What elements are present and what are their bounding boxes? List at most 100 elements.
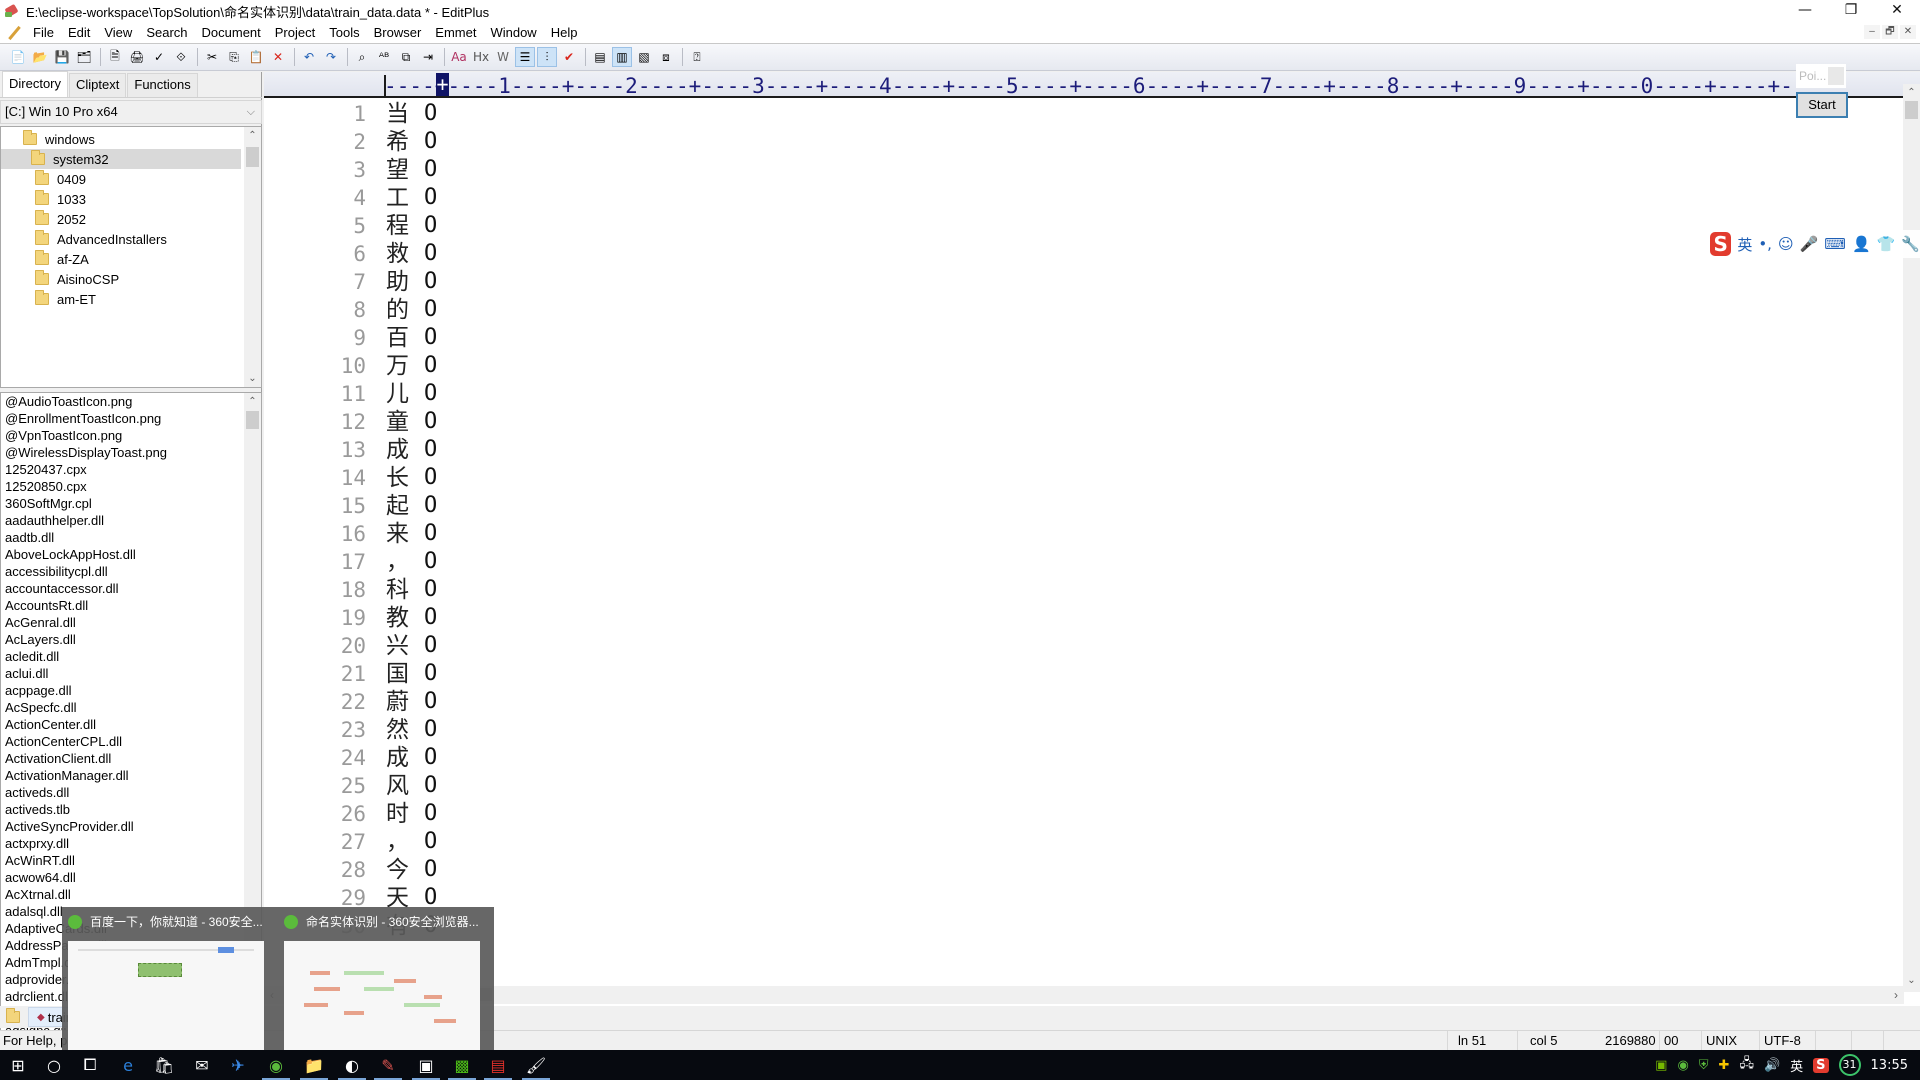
scroll-up-icon[interactable]: ⌃ bbox=[1903, 84, 1920, 101]
menu-help[interactable]: Help bbox=[544, 22, 585, 43]
mail-app[interactable]: ✉ bbox=[184, 1050, 220, 1080]
file-list-item[interactable]: aadauthhelper.dll bbox=[1, 512, 246, 529]
sogou-tray-icon[interactable]: S bbox=[1813, 1057, 1829, 1073]
editor-line[interactable]: 3望O bbox=[264, 156, 664, 184]
file-list-item[interactable]: 12520437.cpx bbox=[1, 461, 246, 478]
file-list-item[interactable]: aclui.dll bbox=[1, 665, 246, 682]
editor-line[interactable]: 28 今 O bbox=[264, 856, 664, 884]
menu-search[interactable]: Search bbox=[139, 22, 194, 43]
restore-button[interactable]: ❐ bbox=[1828, 0, 1874, 22]
start-button[interactable]: Start bbox=[1796, 92, 1848, 118]
file-list-item[interactable]: ActionCenterCPL.dll bbox=[1, 733, 246, 750]
editor-line[interactable]: 23 然 O bbox=[264, 716, 664, 744]
editor-line[interactable]: 15 起 O bbox=[264, 492, 664, 520]
360-browser-app[interactable]: ◉ bbox=[258, 1050, 294, 1080]
scroll-right-icon[interactable]: › bbox=[1894, 986, 1898, 1004]
line-number-icon[interactable]: ☰ bbox=[515, 47, 535, 67]
start-button[interactable]: ⊞ bbox=[0, 1050, 36, 1080]
emoji-icon[interactable]: ☺ bbox=[1778, 235, 1794, 253]
editor-line[interactable]: 6救O bbox=[264, 240, 664, 268]
editor-line[interactable]: 25 风 O bbox=[264, 772, 664, 800]
tree-node[interactable]: AisinoCSP bbox=[1, 269, 246, 289]
nvidia-tray-icon[interactable]: ▣ bbox=[1655, 1058, 1667, 1073]
output-window-icon[interactable]: ▥ bbox=[612, 47, 632, 67]
editplus-app[interactable]: ✎ bbox=[370, 1050, 406, 1080]
save-all-icon[interactable]: 🗂 bbox=[74, 47, 94, 67]
security-shield-tray-icon[interactable]: ⛨ bbox=[1699, 1058, 1709, 1073]
print-preview-icon[interactable]: 🗎 bbox=[105, 47, 125, 67]
close-button[interactable]: ✕ bbox=[1874, 0, 1920, 22]
file-list-item[interactable]: ActionCenter.dll bbox=[1, 716, 246, 733]
volume-tray-icon[interactable]: 🔊 bbox=[1764, 1058, 1780, 1073]
editor-line[interactable]: 8的O bbox=[264, 296, 664, 324]
file-list-item[interactable]: AcSpecfc.dll bbox=[1, 699, 246, 716]
input-language-tray-icon[interactable]: 英 bbox=[1790, 1056, 1803, 1075]
red-app[interactable]: ▤ bbox=[480, 1050, 516, 1080]
undo-icon[interactable]: ↶ bbox=[299, 47, 319, 67]
copy-icon[interactable]: ⎘ bbox=[224, 47, 244, 67]
editor-line[interactable]: 21 国 O bbox=[264, 660, 664, 688]
file-list-item[interactable]: ActivationManager.dll bbox=[1, 767, 246, 784]
doc-minimize-button[interactable]: – bbox=[1864, 25, 1880, 39]
editor-line[interactable]: 24 成 O bbox=[264, 744, 664, 772]
new-file-icon[interactable]: 📄 bbox=[8, 47, 28, 67]
font-icon[interactable]: Aa bbox=[449, 47, 469, 67]
editor-line[interactable]: 27 ， O bbox=[264, 828, 664, 856]
find-in-files-icon[interactable]: ⧉ bbox=[396, 47, 416, 67]
find-icon[interactable]: ⌕ bbox=[352, 47, 372, 67]
ruler-icon[interactable]: ⫶ bbox=[537, 47, 557, 67]
file-list-item[interactable]: activeds.dll bbox=[1, 784, 246, 801]
tree-node[interactable]: 2052 bbox=[1, 209, 246, 229]
doc-close-button[interactable]: ✕ bbox=[1900, 25, 1916, 39]
redo-icon[interactable]: ↷ bbox=[321, 47, 341, 67]
editor-line[interactable]: 13 成 O bbox=[264, 436, 664, 464]
editor-line[interactable]: 17 ， O bbox=[264, 548, 664, 576]
task-view-button[interactable]: ⧠ bbox=[72, 1050, 108, 1080]
tree-scrollbar[interactable]: ⌃ ⌄ bbox=[244, 127, 261, 387]
tree-node[interactable]: system32 bbox=[1, 149, 241, 169]
poi-input[interactable]: Poi... bbox=[1796, 64, 1846, 88]
drive-select[interactable]: [C:] Win 10 Pro x64 ⌵ bbox=[0, 100, 262, 124]
hex-viewer-icon[interactable]: Hx bbox=[471, 47, 491, 67]
file-list-item[interactable]: actxprxy.dll bbox=[1, 835, 246, 852]
goto-line-icon[interactable]: ⇥ bbox=[418, 47, 438, 67]
window-app[interactable]: ▣ bbox=[408, 1050, 444, 1080]
tree-node[interactable]: af-ZA bbox=[1, 249, 246, 269]
tree-node[interactable]: 1033 bbox=[1, 189, 246, 209]
minimize-button[interactable]: — bbox=[1782, 0, 1828, 22]
scroll-down-icon[interactable]: ⌄ bbox=[244, 370, 261, 387]
editor-scroll-thumb[interactable] bbox=[1905, 101, 1918, 119]
settings-wrench-icon[interactable]: 🔧 bbox=[1901, 235, 1920, 253]
ime-language-toggle[interactable]: 英 bbox=[1737, 234, 1752, 255]
file-list-item[interactable]: 360SoftMgr.cpl bbox=[1, 495, 246, 512]
file-list-item[interactable]: ActivationClient.dll bbox=[1, 750, 246, 767]
file-list-item[interactable]: @EnrollmentToastIcon.png bbox=[1, 410, 246, 427]
file-list-item[interactable]: @WirelessDisplayToast.png bbox=[1, 444, 246, 461]
menu-project[interactable]: Project bbox=[268, 22, 322, 43]
replace-icon[interactable]: ᴬᴮ bbox=[374, 47, 394, 67]
menu-window[interactable]: Window bbox=[483, 22, 543, 43]
menu-browser[interactable]: Browser bbox=[367, 22, 429, 43]
feishu-app[interactable]: ✈ bbox=[220, 1050, 256, 1080]
editor-line[interactable]: 1当O bbox=[264, 100, 664, 128]
menu-file[interactable]: File bbox=[26, 22, 61, 43]
check-icon[interactable]: ✔ bbox=[559, 47, 579, 67]
editor-line[interactable]: 5程O bbox=[264, 212, 664, 240]
tree-node[interactable]: AdvancedInstallers bbox=[1, 229, 246, 249]
file-list-item[interactable]: AcLayers.dll bbox=[1, 631, 246, 648]
file-list-item[interactable]: accountaccessor.dll bbox=[1, 580, 246, 597]
spell-check-icon[interactable]: ✓ bbox=[149, 47, 169, 67]
browser-preview-icon[interactable]: ⟐ bbox=[171, 47, 191, 67]
scroll-down-icon[interactable]: ⌄ bbox=[1903, 975, 1920, 992]
edge-app[interactable]: e bbox=[110, 1050, 146, 1080]
tab-directory[interactable]: Directory bbox=[2, 71, 69, 97]
skin-icon[interactable]: 👕 bbox=[1877, 235, 1896, 253]
file-list-item[interactable]: activeds.tlb bbox=[1, 801, 246, 818]
file-list-item[interactable]: AcWinRT.dll bbox=[1, 852, 246, 869]
user-icon[interactable]: 👤 bbox=[1852, 235, 1871, 253]
menu-emmet[interactable]: Emmet bbox=[428, 22, 483, 43]
tree-scroll-thumb[interactable] bbox=[246, 147, 259, 167]
preview-window-2[interactable]: 命名实体识别 - 360安全浏览器... bbox=[278, 907, 486, 1050]
paint-app[interactable]: 🖌 bbox=[518, 1050, 554, 1080]
360-tray-icon[interactable]: ◉ bbox=[1677, 1058, 1688, 1073]
